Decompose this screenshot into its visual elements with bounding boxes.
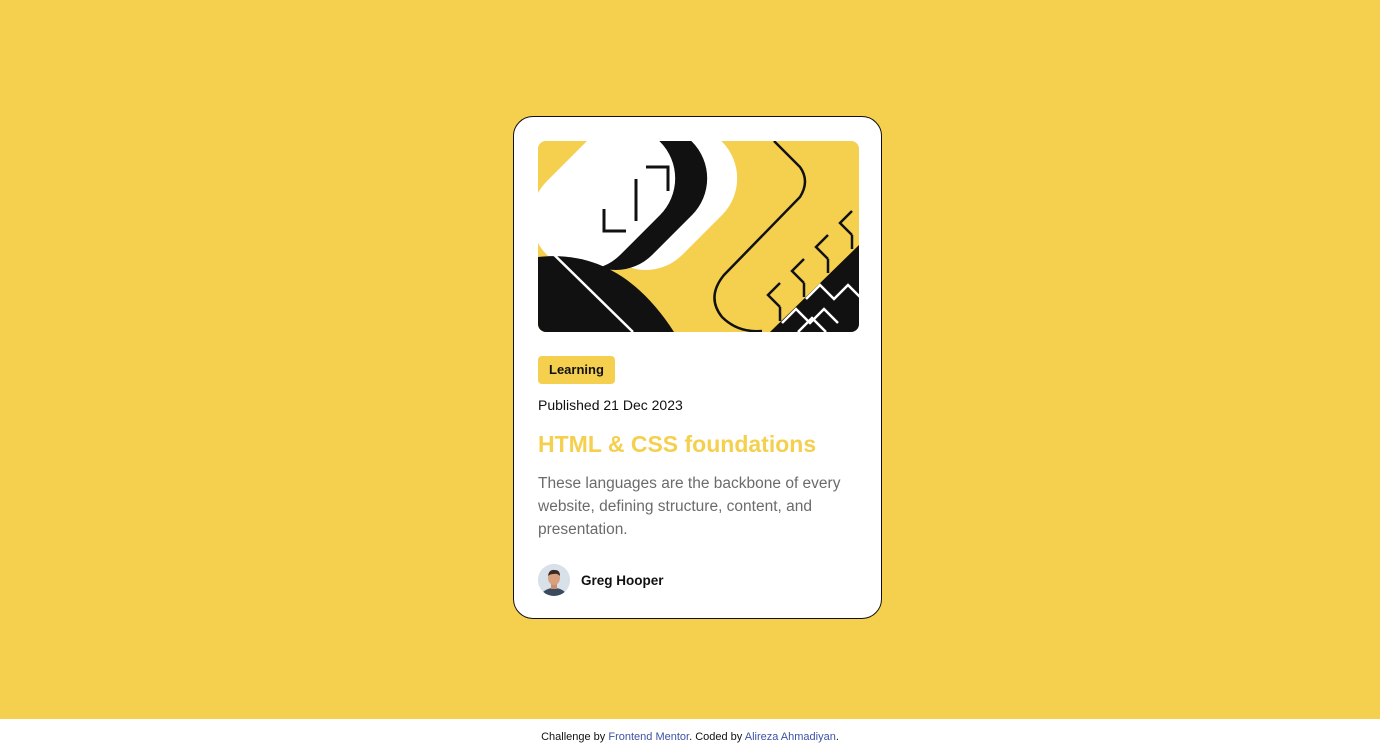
footer-middle: . Coded by xyxy=(689,731,745,743)
author-link[interactable]: Alireza Ahmadiyan xyxy=(745,731,836,743)
page-background: Learning Published 21 Dec 2023 HTML & CS… xyxy=(0,0,1380,719)
article-illustration xyxy=(538,141,859,332)
footer-suffix: . xyxy=(835,731,839,743)
blog-card: Learning Published 21 Dec 2023 HTML & CS… xyxy=(513,116,882,619)
published-date: Published 21 Dec 2023 xyxy=(538,397,683,413)
frontend-mentor-link[interactable]: Frontend Mentor xyxy=(608,731,689,743)
avatar xyxy=(538,564,570,596)
attribution-footer: Challenge by Frontend Mentor. Coded by A… xyxy=(0,719,1380,754)
category-tag: Learning xyxy=(538,356,615,384)
author-name: Greg Hooper xyxy=(581,572,664,588)
author-info: Greg Hooper xyxy=(538,564,664,596)
card-title[interactable]: HTML & CSS foundations xyxy=(538,429,816,459)
footer-prefix: Challenge by xyxy=(541,731,609,743)
card-description: These languages are the backbone of ever… xyxy=(538,475,841,538)
